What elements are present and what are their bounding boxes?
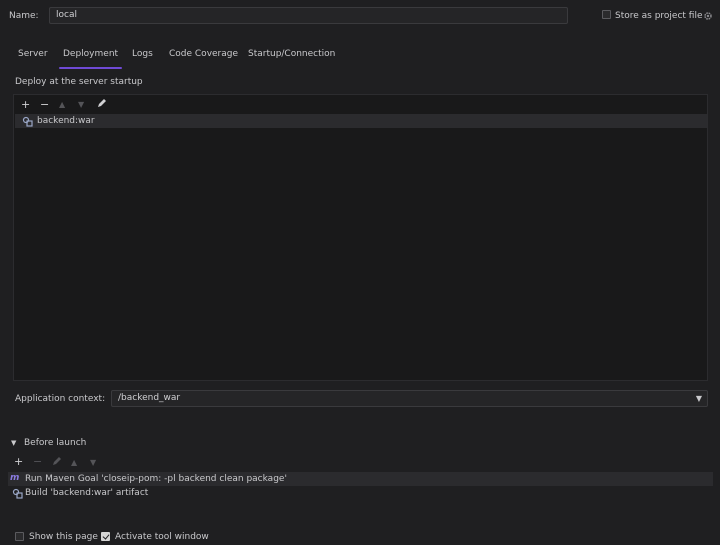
gear-icon[interactable] <box>703 11 713 21</box>
move-down-icon[interactable]: ▼ <box>78 99 84 110</box>
activate-tool-label: Activate tool window <box>115 532 209 542</box>
remove-task-icon[interactable]: − <box>33 456 42 467</box>
move-task-down-icon[interactable]: ▼ <box>90 457 96 468</box>
tab-server[interactable]: Server <box>18 49 48 63</box>
chevron-down-icon[interactable]: ▼ <box>696 391 702 406</box>
show-page-checkbox[interactable] <box>15 532 24 544</box>
app-context-value: /backend_war <box>118 393 181 403</box>
tab-startup-connection[interactable]: Startup/Connection <box>248 49 335 63</box>
edit-icon[interactable] <box>97 98 107 110</box>
edit-task-icon[interactable] <box>52 456 62 468</box>
deploy-panel: + − ▲ ▼ backend:war <box>13 94 708 381</box>
before-launch-item-label: Run Maven Goal 'closeip-pom: -pl backend… <box>25 474 287 484</box>
store-project-label: Store as project file <box>615 11 703 21</box>
add-icon[interactable]: + <box>21 99 30 110</box>
maven-icon: m <box>10 473 20 483</box>
deploy-section-title: Deploy at the server startup <box>15 77 143 87</box>
artifact-icon <box>12 488 23 502</box>
list-item[interactable]: Build 'backend:war' artifact <box>8 486 713 500</box>
remove-icon[interactable]: − <box>40 99 49 110</box>
store-project-checkbox[interactable] <box>602 10 611 22</box>
before-launch-item-label: Build 'backend:war' artifact <box>25 488 149 498</box>
activate-tool-check[interactable] <box>101 532 110 541</box>
list-item[interactable]: backend:war <box>15 114 707 128</box>
collapse-icon[interactable]: ▼ <box>11 439 16 447</box>
before-launch-title: Before launch <box>24 438 87 448</box>
app-context-label: Application context: <box>15 394 106 404</box>
show-page-label: Show this page <box>29 532 98 542</box>
tab-code-coverage[interactable]: Code Coverage <box>169 49 238 63</box>
show-page-check[interactable] <box>15 532 24 541</box>
add-task-icon[interactable]: + <box>14 456 23 467</box>
app-context-select[interactable]: /backend_war ▼ <box>111 390 708 407</box>
store-project-check[interactable] <box>602 10 611 19</box>
list-item[interactable]: m Run Maven Goal 'closeip-pom: -pl backe… <box>8 472 713 486</box>
name-input[interactable]: local <box>49 7 568 24</box>
deploy-item-label: backend:war <box>37 116 95 126</box>
move-task-up-icon[interactable]: ▲ <box>71 457 77 468</box>
name-label: Name: <box>9 11 39 21</box>
activate-tool-checkbox[interactable] <box>101 532 110 544</box>
move-up-icon[interactable]: ▲ <box>59 99 65 110</box>
artifact-icon <box>22 116 33 130</box>
tab-logs[interactable]: Logs <box>132 49 153 63</box>
tab-deployment[interactable]: Deployment <box>58 49 123 69</box>
